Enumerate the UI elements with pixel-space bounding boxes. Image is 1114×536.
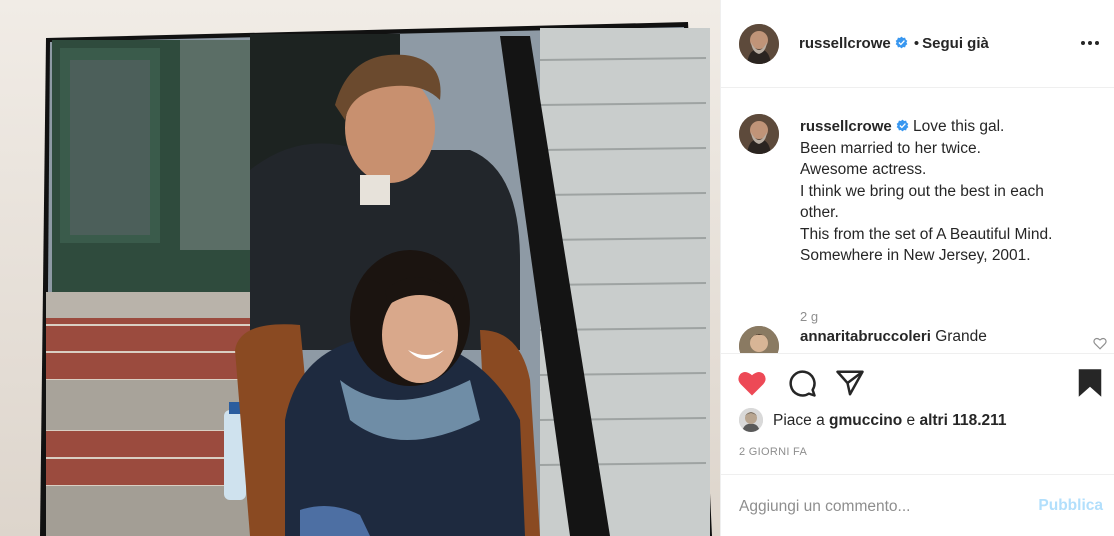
share-icon[interactable] bbox=[833, 366, 867, 400]
post-photo[interactable] bbox=[0, 0, 720, 536]
caption-line: Been married to her twice. bbox=[800, 139, 981, 157]
likes-prefix: Piace a bbox=[773, 412, 825, 429]
likes-text: Piace a gmuccino e altri 118.211 bbox=[773, 412, 1007, 430]
comment-input[interactable] bbox=[739, 495, 1019, 519]
verified-badge-icon bbox=[896, 119, 909, 132]
follow-status-button[interactable]: Segui già bbox=[922, 35, 989, 52]
likes-others-count[interactable]: altri 118.211 bbox=[919, 412, 1006, 429]
caption-line: Somewhere in New Jersey, 2001. bbox=[800, 247, 1031, 264]
author-avatar[interactable] bbox=[739, 24, 779, 64]
bookmark-icon[interactable] bbox=[1073, 366, 1107, 400]
caption-line: This from the set of A Beautiful Mind. bbox=[800, 225, 1053, 243]
comment-text: annaritabruccoleri Grande bbox=[800, 328, 987, 346]
commenter-avatar[interactable] bbox=[739, 326, 779, 353]
heart-icon[interactable] bbox=[735, 366, 769, 400]
publish-button[interactable]: Pubblica bbox=[1038, 497, 1103, 515]
action-bar bbox=[721, 354, 1114, 410]
verified-badge-icon bbox=[895, 36, 908, 49]
comment-item: annaritabruccoleri Grande bbox=[739, 326, 1107, 353]
liker-username[interactable]: gmuccino bbox=[829, 412, 902, 429]
post-side-panel: russellcrowe • Segui già russellcrowe Lov… bbox=[720, 0, 1114, 536]
caption-text: russellcrowe Love this gal. Been married… bbox=[800, 116, 1100, 267]
liker-avatar[interactable] bbox=[739, 408, 763, 432]
photo-illustration bbox=[0, 0, 720, 536]
commenter-username[interactable]: annaritabruccoleri bbox=[800, 328, 931, 345]
comment-icon[interactable] bbox=[785, 366, 819, 400]
comment-like-heart-icon[interactable] bbox=[1093, 337, 1107, 353]
caption-time[interactable]: 2 g bbox=[800, 309, 818, 324]
separator-dot: • bbox=[913, 35, 920, 52]
author-row: russellcrowe • Segui già bbox=[799, 35, 989, 52]
more-options-icon[interactable] bbox=[1077, 30, 1103, 56]
post-header: russellcrowe • Segui già bbox=[721, 0, 1114, 88]
add-comment-bar: Pubblica bbox=[721, 474, 1114, 536]
caption-author-avatar[interactable] bbox=[739, 114, 779, 154]
likes-joiner: e bbox=[906, 412, 916, 429]
comment-body: Grande bbox=[935, 328, 987, 345]
author-username[interactable]: russellcrowe bbox=[799, 35, 891, 52]
post-timestamp[interactable]: 2 GIORNI FA bbox=[739, 446, 807, 458]
caption-line: I think we bring out the best in each bbox=[800, 182, 1044, 200]
caption-line: Love this gal. bbox=[913, 118, 1005, 135]
caption-line: other. bbox=[800, 204, 839, 221]
comments-section[interactable]: russellcrowe Love this gal. Been married… bbox=[721, 88, 1114, 354]
caption-line: Awesome actress. bbox=[800, 161, 927, 178]
caption-author-username[interactable]: russellcrowe bbox=[800, 118, 892, 135]
